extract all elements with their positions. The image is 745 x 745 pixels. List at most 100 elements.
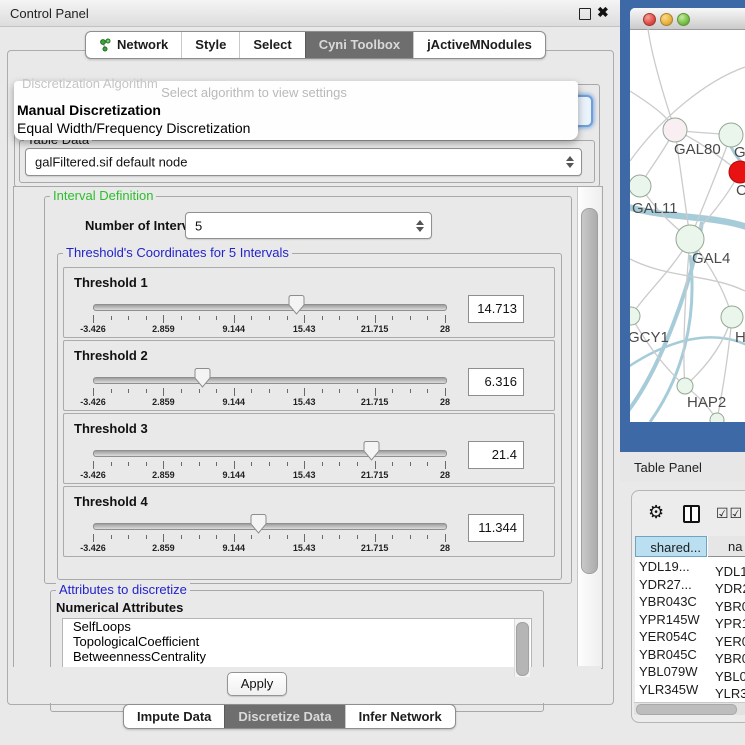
network-node[interactable]: [729, 161, 745, 183]
checkboxes-icon[interactable]: ☑☑: [716, 505, 743, 522]
slider-tick: [111, 462, 112, 466]
slider-thumb[interactable]: [194, 368, 211, 388]
tab-select[interactable]: Select: [239, 32, 304, 58]
attribute-list-item[interactable]: SelfLoops: [63, 619, 531, 634]
attribute-list-item[interactable]: TopologicalCoefficient: [63, 634, 531, 649]
threshold-slider-track[interactable]: [93, 304, 447, 311]
slider-tick: [199, 535, 200, 539]
network-node[interactable]: [721, 306, 743, 328]
slider-thumb[interactable]: [363, 441, 380, 461]
network-node-label: GAL80: [674, 141, 721, 158]
gear-icon[interactable]: ⚙: [648, 503, 664, 521]
table-row[interactable]: YDL19...YDL1: [635, 558, 745, 576]
threshold-label: Threshold 3: [74, 421, 148, 436]
network-node[interactable]: [676, 225, 704, 253]
table-row[interactable]: YBL079WYBL0: [635, 663, 745, 681]
bottom-tab-infer-network[interactable]: Infer Network: [345, 705, 455, 728]
slider-tick: [163, 315, 164, 323]
bottom-tab-discretize-data[interactable]: Discretize Data: [224, 705, 344, 728]
threshold-slider-track[interactable]: [93, 377, 447, 384]
screen: Control Panel ✖ NetworkStyleSelectCyni T…: [0, 0, 745, 745]
algorithm-popup-options: Manual DiscretizationEqual Width/Frequen…: [14, 101, 578, 137]
column-header-shared-name[interactable]: shared...: [635, 536, 707, 557]
slider-tick: [322, 462, 323, 466]
tab-jactivemnodules[interactable]: jActiveMNodules: [413, 32, 545, 58]
table-row[interactable]: YBR043CYBR0: [635, 593, 745, 611]
slider-tick: [392, 316, 393, 320]
network-node-label: HAP2: [687, 394, 726, 411]
threshold-value-field[interactable]: 14.713: [468, 295, 524, 323]
slider-tick: [163, 461, 164, 469]
threshold-box: Threshold 2 -3.4262.8599.14415.4321.7152…: [63, 340, 555, 411]
mac-zoom-button[interactable]: [677, 13, 690, 26]
slider-axis-label: -3.426: [80, 543, 106, 553]
threshold-label: Threshold 2: [74, 348, 148, 363]
threshold-box: Threshold 1 -3.4262.8599.14415.4321.7152…: [63, 267, 555, 338]
cell-shared-name: YBL079W: [635, 663, 709, 681]
network-canvas[interactable]: GAL80GACGAL11GAL4GCY1HHAP2: [630, 29, 745, 422]
apply-button[interactable]: Apply: [227, 672, 287, 696]
column-header-name[interactable]: na: [708, 536, 745, 557]
network-node[interactable]: [677, 378, 693, 394]
threshold-value-field[interactable]: 11.344: [468, 514, 524, 542]
network-node[interactable]: [630, 307, 640, 325]
algorithm-option[interactable]: Equal Width/Frequency Discretization: [14, 119, 578, 137]
mac-close-button[interactable]: [643, 13, 656, 26]
slider-axis-label: 15.43: [293, 543, 316, 553]
number-of-intervals-combobox[interactable]: 5: [185, 212, 432, 239]
slider-thumb[interactable]: [288, 295, 305, 315]
threshold-slider-track[interactable]: [93, 523, 447, 530]
slider-tick: [251, 389, 252, 393]
mac-minimize-button[interactable]: [660, 13, 673, 26]
slider-tick: [410, 462, 411, 466]
slider-tick: [445, 388, 446, 396]
table-row[interactable]: YBR045CYBR0: [635, 646, 745, 664]
network-window-titlebar[interactable]: [630, 8, 745, 30]
tab-style[interactable]: Style: [181, 32, 239, 58]
table-row[interactable]: YDR27...YDR2: [635, 576, 745, 594]
slider-tick: [445, 534, 446, 542]
slider-axis-label: 28: [440, 543, 450, 553]
float-window-icon[interactable]: [579, 8, 591, 20]
node-table[interactable]: shared... na YDL19...YDL1YDR27...YDR2YBR…: [635, 536, 745, 703]
algorithm-option[interactable]: Manual Discretization: [14, 101, 578, 119]
tab-label: Impute Data: [137, 705, 211, 728]
slider-tick: [445, 315, 446, 323]
attributes-scrollbar-thumb[interactable]: [516, 622, 529, 676]
tab-network[interactable]: Network: [86, 32, 181, 58]
slider-tick: [410, 316, 411, 320]
slider-axis-label: 9.144: [223, 397, 246, 407]
threshold-slider-track[interactable]: [93, 450, 447, 457]
slider-tick: [269, 462, 270, 466]
table-hscrollbar-thumb[interactable]: [636, 704, 737, 715]
threshold-value-field[interactable]: 6.316: [468, 368, 524, 396]
slider-tick: [251, 535, 252, 539]
close-icon[interactable]: ✖: [597, 4, 609, 21]
columns-icon[interactable]: [683, 505, 700, 523]
table-row[interactable]: YLR345WYLR3: [635, 681, 745, 699]
threshold-value-field[interactable]: 21.4: [468, 441, 524, 469]
slider-tick: [322, 389, 323, 393]
table-row[interactable]: YPR145WYPR1: [635, 611, 745, 629]
slider-tick: [216, 316, 217, 320]
table-row[interactable]: YER054CYER0: [635, 628, 745, 646]
slider-tick: [375, 388, 376, 396]
network-node[interactable]: [710, 413, 724, 422]
cell-shared-name: YER054C: [635, 628, 709, 646]
slider-tick: [181, 316, 182, 320]
settings-scrollbar-thumb[interactable]: [581, 208, 598, 574]
network-node-label: GCY1: [630, 329, 669, 346]
tab-cyni-toolbox[interactable]: Cyni Toolbox: [305, 32, 413, 58]
slider-tick: [357, 462, 358, 466]
slider-tick: [128, 316, 129, 320]
slider-axis-label: 2.859: [152, 470, 175, 480]
cell-shared-name: YBR045C: [635, 646, 709, 664]
network-node[interactable]: [663, 118, 687, 142]
network-node[interactable]: [630, 175, 651, 197]
slider-tick: [146, 316, 147, 320]
table-data-combobox[interactable]: galFiltered.sif default node: [25, 148, 582, 176]
threshold-box: Threshold 3 -3.4262.8599.14415.4321.7152…: [63, 413, 555, 484]
attribute-list-item[interactable]: BetweennessCentrality: [63, 649, 531, 664]
bottom-tab-impute-data[interactable]: Impute Data: [124, 705, 224, 728]
slider-thumb[interactable]: [250, 514, 267, 534]
